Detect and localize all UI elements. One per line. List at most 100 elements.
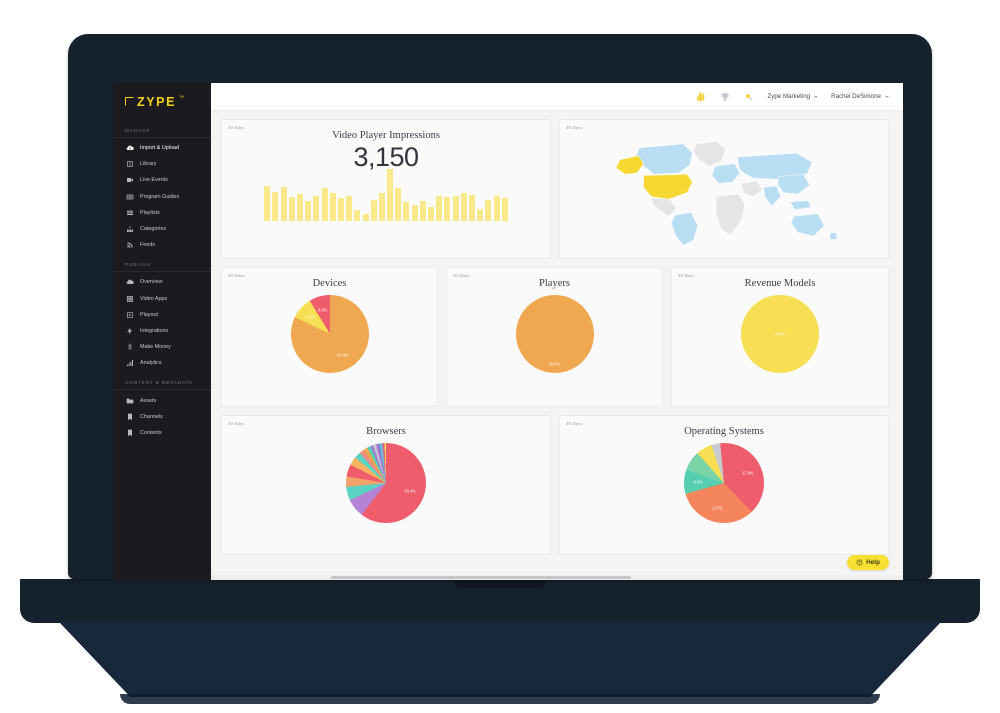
settings-gear-icon[interactable] <box>743 91 754 102</box>
help-button[interactable]: Help <box>847 555 889 570</box>
sidebar-item-overview[interactable]: Overview <box>113 274 211 290</box>
sidebar-item-video-apps[interactable]: Video Apps <box>113 291 211 307</box>
library-icon <box>125 160 134 169</box>
question-circle-icon <box>856 559 863 566</box>
folder-icon <box>125 396 134 405</box>
scrollbar-thumb[interactable] <box>331 576 631 579</box>
dashboard-row-1: 30 Days Video Player Impressions 3,150 3… <box>221 119 893 259</box>
sidebar-item-integrations[interactable]: Integrations <box>113 323 211 339</box>
card-operating-systems: 30 Days Operating Systems 37.8% 32.8% 9.8% <box>559 415 889 555</box>
bar <box>493 196 500 221</box>
bar <box>460 192 467 221</box>
bar <box>395 188 402 221</box>
sidebar-item-label: Make Money <box>140 344 171 351</box>
bar <box>444 197 451 221</box>
sidebar-section-publish: PUBLISH <box>125 262 151 268</box>
bar <box>370 199 377 221</box>
horizontal-scrollbar[interactable] <box>211 575 903 580</box>
card-revenue-models: 30 Days Revenue Models 100% <box>671 267 889 407</box>
sidebar-item-make-money[interactable]: Make Money <box>113 339 211 355</box>
sidebar-item-label: Video Apps <box>140 295 168 302</box>
bar <box>297 194 304 221</box>
impressions-value: 3,150 <box>353 142 419 172</box>
devices-pie-chart[interactable]: 83.0% 9.2% 8.8% <box>222 289 437 383</box>
bar <box>468 195 475 221</box>
world-map[interactable] <box>560 120 888 258</box>
bar <box>419 200 426 221</box>
bar <box>329 192 336 221</box>
feed-icon <box>125 241 134 250</box>
sidebar-item-playout[interactable]: Playout <box>113 307 211 323</box>
chevron-down-icon <box>885 95 889 98</box>
main-content: Zype Marketing Rachel DeSimone 30 Days V… <box>211 83 903 580</box>
bar <box>428 207 435 221</box>
dashboard-row-3: 30 Days Browsers 60.4% 30 Days Operating… <box>221 415 893 555</box>
browsers-pie-chart[interactable]: 60.4% <box>222 437 550 533</box>
laptop-notch <box>455 579 545 588</box>
sidebar-item-channels[interactable]: Channels <box>113 409 211 425</box>
card-title: Operating Systems <box>684 426 764 437</box>
sidebar-item-label: Overview <box>140 279 163 286</box>
trophy-icon[interactable] <box>719 91 730 102</box>
bar <box>501 198 508 221</box>
bar <box>387 169 394 221</box>
categories-icon <box>125 225 134 234</box>
sidebar-item-playlists[interactable]: Playlists <box>113 205 211 221</box>
sidebar-item-library[interactable]: Library <box>113 156 211 172</box>
pie-slice-label: 37.8% <box>742 470 754 476</box>
bar <box>272 191 279 221</box>
sidebar-item-label: Playout <box>140 311 158 318</box>
dollar-icon <box>125 343 134 352</box>
sidebar-item-label: Playlists <box>140 209 160 216</box>
bar <box>403 201 410 221</box>
players-pie-chart[interactable]: 99.9% <box>447 289 662 383</box>
dashboard-grid: 30 Days Video Player Impressions 3,150 3… <box>211 111 903 571</box>
bookmark-icon <box>125 412 134 421</box>
sidebar-item-live-events[interactable]: Live Events <box>113 172 211 188</box>
pie-slice-label: 8.8% <box>318 307 328 313</box>
sidebar-section-manage: MANAGE <box>125 128 151 133</box>
sidebar-item-label: Live Events <box>140 177 168 184</box>
card-devices: 30 Days Devices 83.0% 9.2% 8.8% <box>221 267 438 407</box>
sidebar: ZYPE ™ MANAGE Import & Upload Library Li… <box>113 83 211 580</box>
sidebar-item-label: Feeds <box>140 242 155 249</box>
bar <box>354 209 361 221</box>
sidebar-item-analytics[interactable]: Analytics <box>113 355 211 371</box>
help-label: Help <box>866 559 880 566</box>
time-range-badge: 30 Days <box>228 273 245 278</box>
sidebar-item-assets[interactable]: Assets <box>113 392 211 408</box>
time-range-badge: 30 Days <box>453 273 470 278</box>
user-menu[interactable]: Rachel DeSimone <box>831 93 889 100</box>
bar <box>305 200 312 221</box>
bar <box>321 188 328 221</box>
brand-logo[interactable]: ZYPE ™ <box>113 83 211 119</box>
bar <box>337 198 344 221</box>
sidebar-divider <box>113 389 211 391</box>
laptop-foot <box>120 694 880 704</box>
sidebar-item-categories[interactable]: Categories <box>113 221 211 237</box>
pie-slice-label: 9.8% <box>693 479 703 485</box>
account-switcher[interactable]: Zype Marketing <box>767 93 819 100</box>
sidebar-item-import-upload[interactable]: Import & Upload <box>113 140 211 156</box>
time-range-badge: 30 Days <box>228 421 245 426</box>
dashboard-row-2: 30 Days Devices 83.0% 9.2% 8.8% 30 Days Pl… <box>221 267 893 407</box>
revenue-pie-chart[interactable]: 100% <box>672 289 888 383</box>
sidebar-divider <box>113 271 211 273</box>
bar <box>477 208 484 221</box>
time-range-badge: 30 Days <box>566 125 583 130</box>
sidebar-item-label: Categories <box>140 226 167 233</box>
sidebar-item-label: Library <box>140 161 157 168</box>
laptop-screen: ZYPE ™ MANAGE Import & Upload Library Li… <box>113 83 903 580</box>
sidebar-item-contents[interactable]: Contents <box>113 425 211 441</box>
card-title: Browsers <box>366 426 406 437</box>
world-map-svg <box>615 141 838 246</box>
card-title: Revenue Models <box>744 278 816 289</box>
video-camera-icon <box>125 176 134 185</box>
pie-graphic: 37.8% 32.8% 9.8% <box>684 443 764 523</box>
card-video-player-impressions: 30 Days Video Player Impressions 3,150 <box>221 119 551 259</box>
playlist-icon <box>125 208 134 217</box>
sidebar-item-program-guides[interactable]: Program Guides <box>113 189 211 205</box>
hand-wave-icon[interactable] <box>695 91 706 102</box>
sidebar-item-feeds[interactable]: Feeds <box>113 237 211 253</box>
os-pie-chart[interactable]: 37.8% 32.8% 9.8% <box>560 437 888 533</box>
